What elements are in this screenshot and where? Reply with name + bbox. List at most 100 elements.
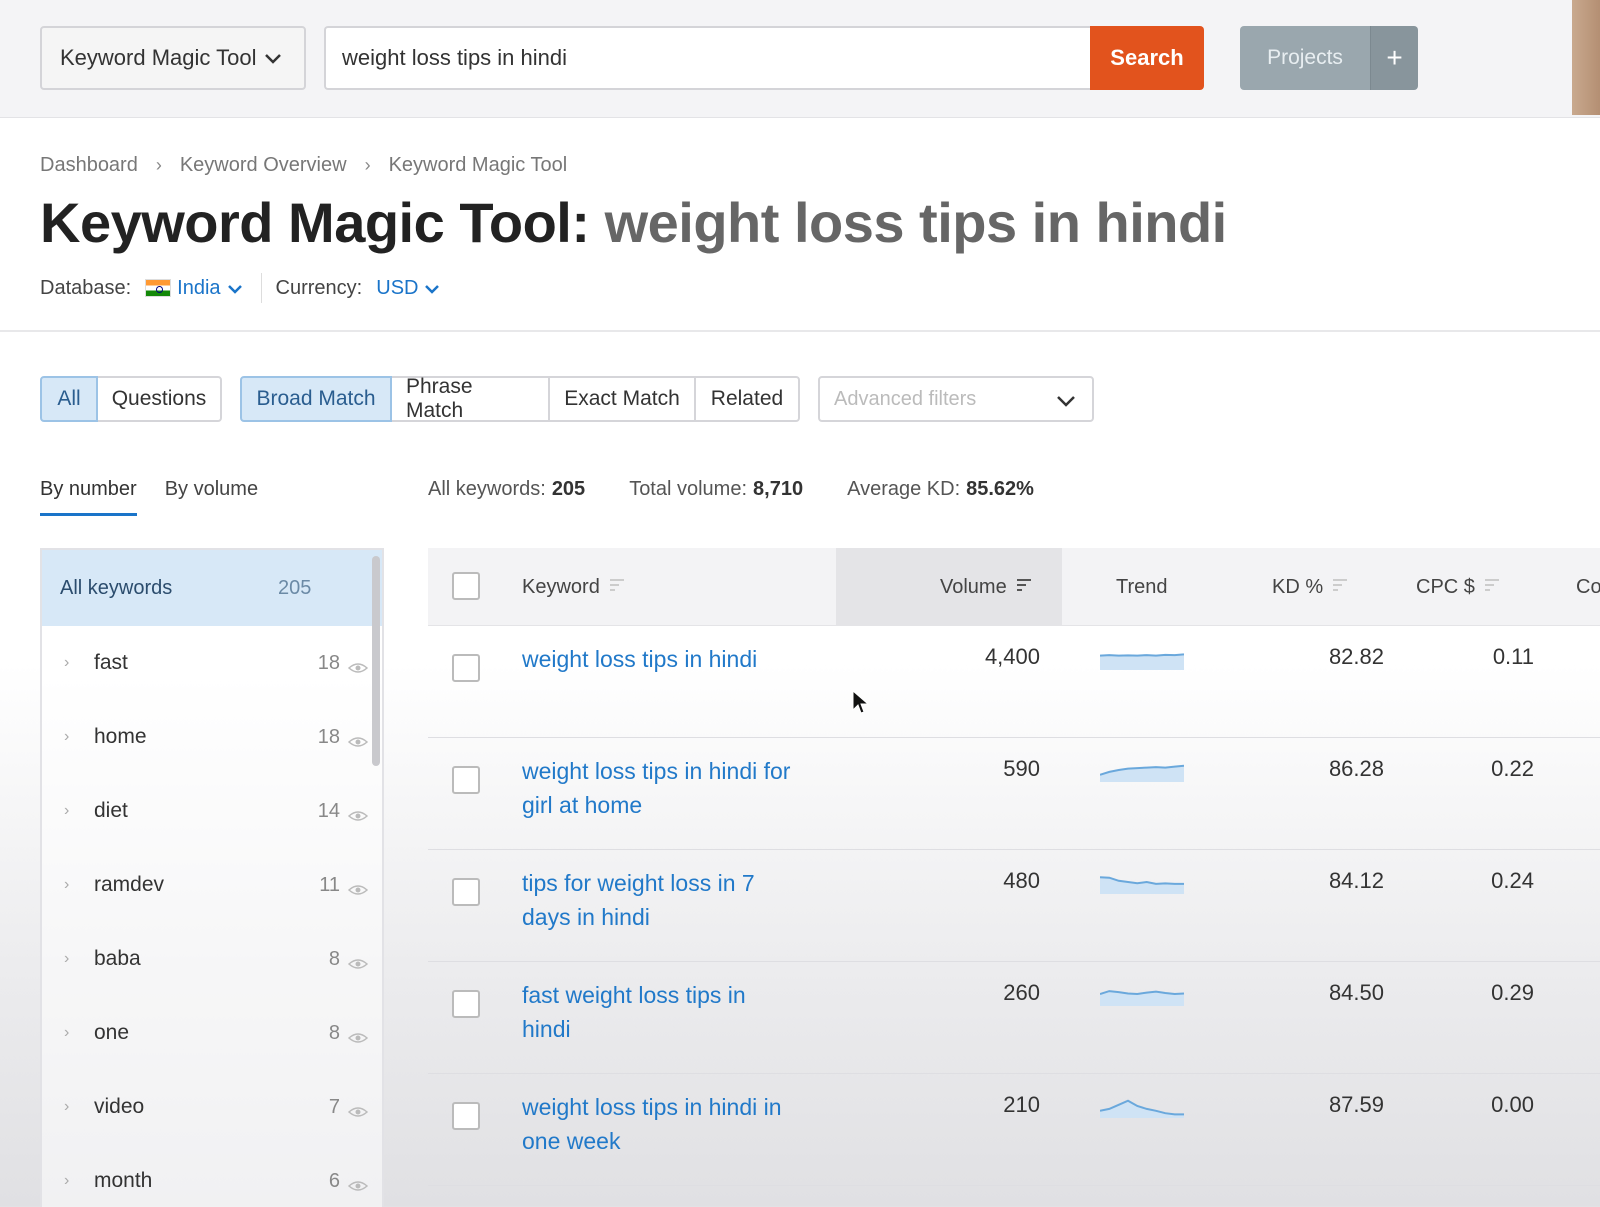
cpc-cell: 0.29 <box>1491 980 1534 1005</box>
advanced-filters-dropdown[interactable]: Advanced filters <box>818 376 1094 422</box>
broad-match-button[interactable]: Broad Match <box>240 376 392 422</box>
chevron-right-icon[interactable]: › <box>64 1172 69 1190</box>
sidebar-item-one[interactable]: › one 8 <box>42 996 382 1070</box>
column-header-cpc[interactable]: CPC $ <box>1416 548 1501 626</box>
page-title-tool: Keyword Magic Tool: <box>40 191 590 254</box>
eye-icon[interactable] <box>347 804 369 828</box>
breadcrumb: Dashboard › Keyword Overview › Keyword M… <box>40 150 567 180</box>
sidebar-item-video[interactable]: › video 7 <box>42 1070 382 1144</box>
scope-all-button[interactable]: All <box>40 376 98 422</box>
database-select[interactable]: India <box>177 277 220 300</box>
table-header: Keyword Volume Trend KD % CPC $ Co <box>428 548 1600 626</box>
projects-button[interactable]: Projects <box>1240 26 1370 90</box>
exact-match-button[interactable]: Exact Match <box>548 376 696 422</box>
chevron-right-icon: › <box>155 154 162 175</box>
india-flag-icon <box>145 279 172 297</box>
sidebar-item-label: month <box>94 1169 153 1192</box>
search-button[interactable]: Search <box>1090 26 1204 90</box>
eye-icon[interactable] <box>347 730 369 754</box>
page-title-query: weight loss tips in hindi <box>604 191 1228 254</box>
sidebar-item-diet[interactable]: › diet 14 <box>42 774 382 848</box>
avatar <box>1572 0 1600 115</box>
advanced-filters-label: Advanced filters <box>834 387 977 410</box>
column-header-kd[interactable]: KD % <box>1272 548 1349 626</box>
table-row: tips for weight loss in 7 days in hindi 4… <box>428 850 1600 962</box>
keyword-link[interactable]: fast weight loss tips in hindi <box>522 978 792 1046</box>
sidebar-item-label: ramdev <box>94 873 165 896</box>
breadcrumb-dashboard[interactable]: Dashboard <box>40 154 138 177</box>
row-checkbox[interactable] <box>452 990 480 1018</box>
add-project-button[interactable]: + <box>1370 26 1418 90</box>
related-button[interactable]: Related <box>694 376 800 422</box>
keyword-link[interactable]: weight loss tips in hindi in one week <box>522 1090 792 1158</box>
keyword-link[interactable]: weight loss tips in hindi <box>522 642 792 676</box>
row-checkbox[interactable] <box>452 654 480 682</box>
row-checkbox[interactable] <box>452 1102 480 1130</box>
cpc-cell: 0.24 <box>1491 868 1534 893</box>
keyword-link[interactable]: tips for weight loss in 7 days in hindi <box>522 866 792 934</box>
table-row: weight loss tips in hindi in one week 210… <box>428 1074 1600 1186</box>
trend-sparkline <box>1099 1094 1184 1123</box>
volume-cell: 210 <box>1003 1092 1040 1117</box>
database-label: Database: <box>40 276 132 299</box>
keyword-link[interactable]: weight loss tips in hindi for girl at ho… <box>522 754 792 822</box>
select-all-checkbox[interactable] <box>452 572 480 600</box>
sidebar-item-count: 11 <box>319 873 340 896</box>
sidebar-item-all-keywords[interactable]: All keywords 205 <box>42 550 382 626</box>
sidebar-group-list: › fast 18 › home 18 › diet 14 › ramdev 11 › baba 8 › one… <box>42 626 382 1207</box>
sidebar-item-label: one <box>94 1021 130 1044</box>
trend-sparkline <box>1099 982 1185 1011</box>
sidebar-item-fast[interactable]: › fast 18 <box>42 626 382 700</box>
breadcrumb-keyword-magic-tool: Keyword Magic Tool <box>388 153 568 176</box>
sort-icon <box>1483 576 1501 599</box>
search-input[interactable]: weight loss tips in hindi <box>324 26 1090 90</box>
tool-select-dropdown[interactable]: Keyword Magic Tool <box>40 26 306 90</box>
chevron-right-icon[interactable]: › <box>64 1024 69 1042</box>
phrase-match-button[interactable]: Phrase Match <box>390 375 550 422</box>
cpc-cell: 0.00 <box>1491 1092 1534 1117</box>
chevron-right-icon[interactable]: › <box>64 654 69 672</box>
chevron-right-icon[interactable]: › <box>64 802 69 820</box>
tool-select-label: Keyword Magic Tool <box>60 45 257 70</box>
search-input-value: weight loss tips in hindi <box>342 45 568 70</box>
volume-cell: 590 <box>1003 756 1040 781</box>
sidebar-item-count: 14 <box>317 799 340 822</box>
eye-icon[interactable] <box>347 952 369 976</box>
chevron-right-icon[interactable]: › <box>64 1098 69 1116</box>
chevron-right-icon[interactable]: › <box>64 876 69 894</box>
column-label: Trend <box>1116 575 1168 598</box>
sidebar-item-label: fast <box>94 651 128 674</box>
column-header-volume[interactable]: Volume <box>940 548 1033 626</box>
chevron-down-icon[interactable] <box>227 277 243 300</box>
sort-icon <box>608 576 626 599</box>
column-label: Keyword <box>522 575 600 598</box>
divider <box>0 330 1600 332</box>
sidebar-item-baba[interactable]: › baba 8 <box>42 922 382 996</box>
sidebar-item-home[interactable]: › home 18 <box>42 700 382 774</box>
chevron-right-icon[interactable]: › <box>64 728 69 746</box>
column-label: Volume <box>940 575 1007 598</box>
sidebar-item-count: 8 <box>328 947 340 970</box>
chevron-right-icon[interactable]: › <box>64 950 69 968</box>
sidebar-item-ramdev[interactable]: › ramdev 11 <box>42 848 382 922</box>
eye-icon[interactable] <box>347 1100 369 1124</box>
tab-by-number[interactable]: By number <box>40 478 137 516</box>
scope-questions-button[interactable]: Questions <box>96 376 222 422</box>
column-header-keyword[interactable]: Keyword <box>522 548 626 626</box>
row-checkbox[interactable] <box>452 878 480 906</box>
currency-select[interactable]: USD <box>376 277 418 300</box>
eye-icon[interactable] <box>347 878 369 902</box>
row-checkbox[interactable] <box>452 766 480 794</box>
breadcrumb-keyword-overview[interactable]: Keyword Overview <box>180 154 347 177</box>
column-header-competition[interactable]: Co <box>1576 548 1600 626</box>
summary-value: 205 <box>551 478 586 500</box>
eye-icon[interactable] <box>347 1174 369 1198</box>
eye-icon[interactable] <box>347 1026 369 1050</box>
trend-sparkline <box>1099 646 1185 675</box>
sidebar-item-month[interactable]: › month 6 <box>42 1144 382 1207</box>
summary-total-volume: Total volume: 8,710 <box>629 478 803 501</box>
sidebar-scrollbar[interactable] <box>372 556 380 766</box>
chevron-down-icon[interactable] <box>424 277 440 300</box>
tab-by-volume[interactable]: By volume <box>165 478 258 516</box>
eye-icon[interactable] <box>347 656 369 680</box>
